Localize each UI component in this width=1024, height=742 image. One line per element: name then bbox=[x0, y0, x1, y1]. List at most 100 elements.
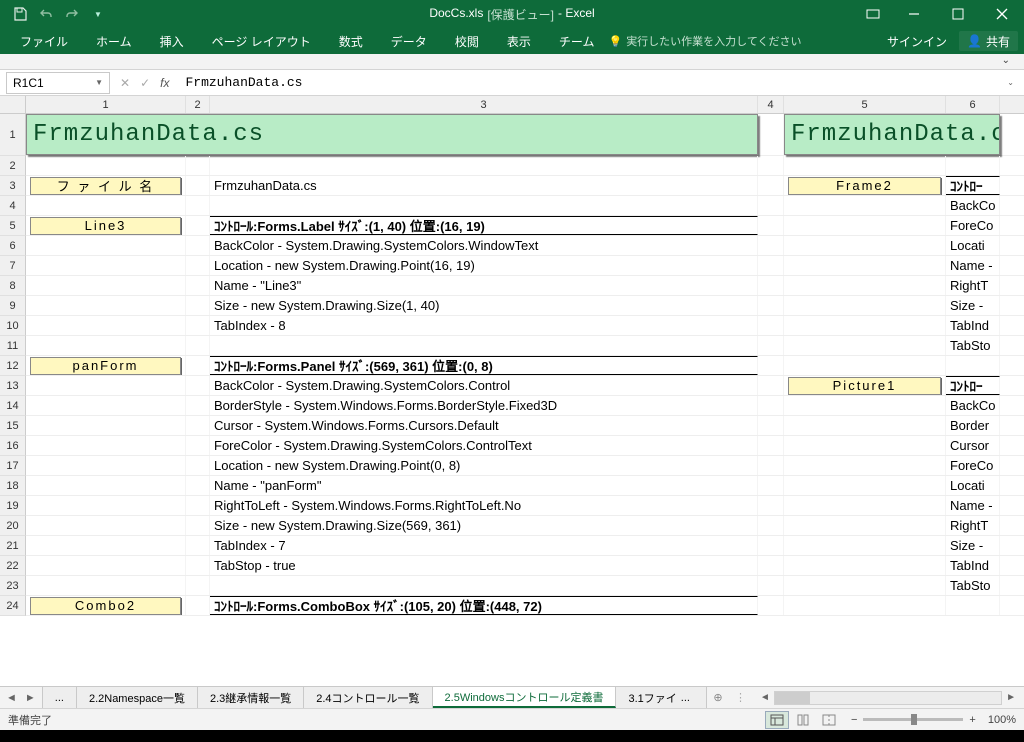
select-all-corner[interactable] bbox=[0, 96, 26, 113]
tab-team[interactable]: チーム bbox=[545, 28, 609, 54]
row-header[interactable]: 7 bbox=[0, 256, 26, 276]
cell[interactable] bbox=[946, 596, 1000, 615]
cell[interactable]: Border bbox=[946, 416, 1000, 435]
cell[interactable]: BackColor - System.Drawing.SystemColors.… bbox=[210, 376, 758, 395]
cell[interactable] bbox=[186, 316, 210, 335]
chevron-down-icon[interactable]: ▼ bbox=[95, 78, 103, 87]
cell[interactable]: TabStop - true bbox=[210, 556, 758, 575]
col-header-6[interactable]: 6 bbox=[946, 96, 1000, 113]
cell[interactable] bbox=[784, 196, 946, 215]
cell[interactable] bbox=[186, 356, 210, 375]
cell[interactable] bbox=[186, 256, 210, 275]
cell[interactable] bbox=[26, 536, 186, 555]
row-header[interactable]: 4 bbox=[0, 196, 26, 216]
cell[interactable]: BackCo bbox=[946, 396, 1000, 415]
cell[interactable]: Size - new System.Drawing.Size(569, 361) bbox=[210, 516, 758, 535]
cell[interactable] bbox=[186, 236, 210, 255]
cell[interactable] bbox=[784, 256, 946, 275]
cell[interactable] bbox=[186, 536, 210, 555]
scroll-left-icon[interactable]: ◄ bbox=[760, 692, 770, 703]
row-header[interactable]: 11 bbox=[0, 336, 26, 356]
cell[interactable] bbox=[784, 296, 946, 315]
cell[interactable]: Picture1 bbox=[784, 376, 946, 395]
cell[interactable] bbox=[784, 496, 946, 515]
cell[interactable] bbox=[26, 316, 186, 335]
scroll-thumb[interactable] bbox=[775, 692, 810, 704]
title-cell-left[interactable]: FrmzuhanData.cs bbox=[26, 114, 758, 155]
cell[interactable] bbox=[26, 376, 186, 395]
cell[interactable] bbox=[758, 296, 784, 315]
cell[interactable] bbox=[784, 356, 946, 375]
row-header[interactable]: 6 bbox=[0, 236, 26, 256]
cell[interactable] bbox=[784, 236, 946, 255]
cell[interactable] bbox=[186, 456, 210, 475]
sheet-tab-wincontrol[interactable]: 2.5Windowsコントロール定義書 bbox=[433, 687, 617, 708]
cell[interactable]: RightT bbox=[946, 276, 1000, 295]
cell[interactable] bbox=[758, 356, 784, 375]
cell[interactable] bbox=[186, 416, 210, 435]
cell[interactable] bbox=[758, 276, 784, 295]
cell[interactable] bbox=[186, 156, 210, 175]
cell[interactable] bbox=[26, 156, 186, 175]
cell[interactable]: panForm bbox=[26, 356, 186, 375]
col-header-1[interactable]: 1 bbox=[26, 96, 186, 113]
zoom-slider[interactable] bbox=[863, 718, 963, 721]
cell[interactable] bbox=[784, 156, 946, 175]
cell[interactable]: ｺﾝﾄﾛｰﾙ:Forms.Panel ｻｲｽﾞ:(569, 361) 位置:(0… bbox=[210, 356, 758, 375]
row-header[interactable]: 22 bbox=[0, 556, 26, 576]
cell[interactable] bbox=[186, 436, 210, 455]
sheet-tab-inherit[interactable]: 2.3継承情報一覧 bbox=[198, 687, 304, 708]
cell[interactable]: ｺﾝﾄﾛｰﾙ:Forms.ComboBox ｻｲｽﾞ:(105, 20) 位置:… bbox=[210, 596, 758, 615]
row-header[interactable]: 15 bbox=[0, 416, 26, 436]
tab-view[interactable]: 表示 bbox=[493, 28, 545, 54]
row-header[interactable]: 18 bbox=[0, 476, 26, 496]
cell[interactable] bbox=[784, 276, 946, 295]
cell[interactable] bbox=[26, 496, 186, 515]
zoom-out-button[interactable]: − bbox=[851, 714, 857, 726]
cell[interactable] bbox=[784, 556, 946, 575]
cell[interactable] bbox=[186, 396, 210, 415]
cell[interactable] bbox=[758, 436, 784, 455]
cell[interactable] bbox=[26, 516, 186, 535]
row-header[interactable]: 13 bbox=[0, 376, 26, 396]
row-header[interactable]: 17 bbox=[0, 456, 26, 476]
cell[interactable] bbox=[784, 596, 946, 615]
cell[interactable] bbox=[210, 156, 758, 175]
qat-dropdown-icon[interactable]: ▼ bbox=[86, 2, 110, 26]
cell[interactable]: ForeColor - System.Drawing.SystemColors.… bbox=[210, 436, 758, 455]
view-normal-icon[interactable] bbox=[765, 711, 789, 729]
row-header[interactable]: 23 bbox=[0, 576, 26, 596]
cell[interactable]: Name - bbox=[946, 496, 1000, 515]
row-header[interactable]: 1 bbox=[0, 114, 26, 156]
save-icon[interactable] bbox=[8, 2, 32, 26]
cell[interactable] bbox=[26, 276, 186, 295]
col-header-5[interactable]: 5 bbox=[784, 96, 946, 113]
cell[interactable]: Location - new System.Drawing.Point(0, 8… bbox=[210, 456, 758, 475]
view-page-layout-icon[interactable] bbox=[791, 711, 815, 729]
zoom-in-button[interactable]: + bbox=[969, 714, 975, 726]
cell[interactable]: ForeCo bbox=[946, 456, 1000, 475]
row-header[interactable]: 24 bbox=[0, 596, 26, 616]
cell[interactable] bbox=[784, 216, 946, 235]
cell[interactable] bbox=[758, 516, 784, 535]
cell[interactable] bbox=[26, 336, 186, 355]
horizontal-scrollbar[interactable]: ◄ ► bbox=[752, 691, 1024, 705]
cell[interactable] bbox=[26, 416, 186, 435]
cell[interactable] bbox=[26, 196, 186, 215]
cell[interactable] bbox=[784, 456, 946, 475]
cell[interactable] bbox=[186, 196, 210, 215]
cell[interactable]: Combo2 bbox=[26, 596, 186, 615]
cancel-icon[interactable]: ✕ bbox=[120, 76, 130, 90]
cell[interactable] bbox=[186, 556, 210, 575]
cell[interactable]: Size - bbox=[946, 536, 1000, 555]
cell[interactable] bbox=[784, 516, 946, 535]
cell[interactable]: FrmzuhanData.cs bbox=[210, 176, 758, 195]
close-button[interactable] bbox=[980, 0, 1024, 28]
cell[interactable] bbox=[784, 396, 946, 415]
name-box[interactable]: R1C1 ▼ bbox=[6, 72, 110, 94]
cell[interactable] bbox=[784, 576, 946, 595]
cell[interactable] bbox=[186, 516, 210, 535]
row-header[interactable]: 5 bbox=[0, 216, 26, 236]
cell[interactable] bbox=[784, 476, 946, 495]
row-header[interactable]: 20 bbox=[0, 516, 26, 536]
